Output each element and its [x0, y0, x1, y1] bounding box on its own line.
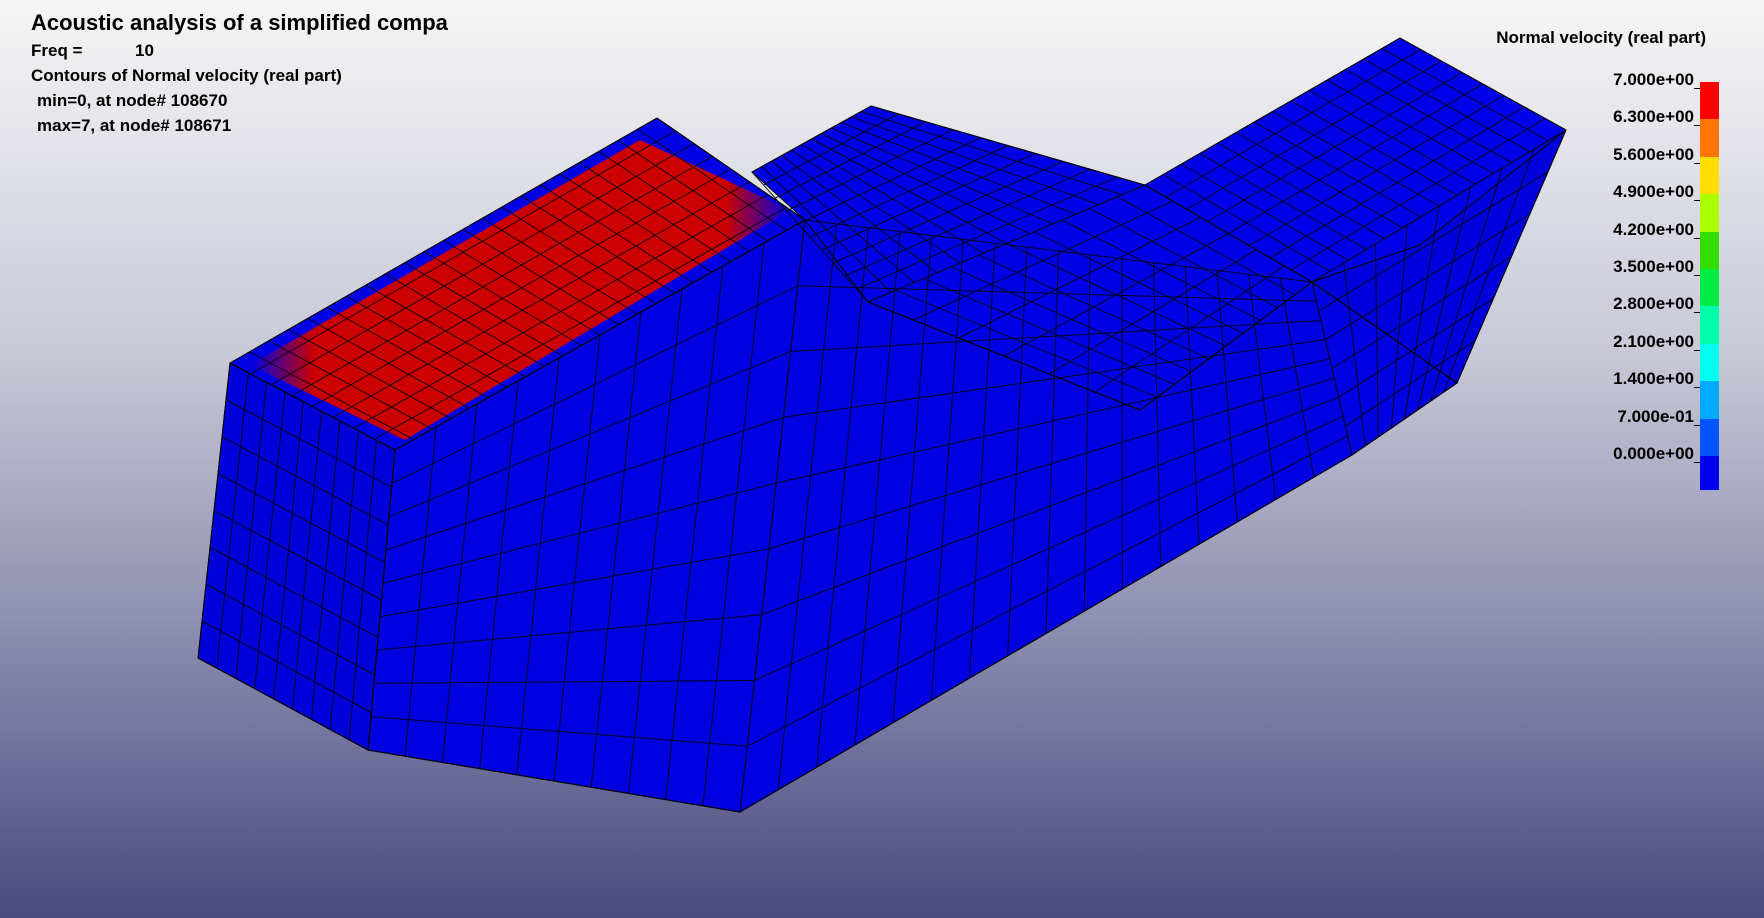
legend-color-segment	[1700, 269, 1719, 307]
legend-label: 7.000e-01	[1617, 406, 1694, 426]
legend-label: 0.000e+00	[1613, 444, 1694, 463]
legend-label: 3.500e+00	[1613, 257, 1694, 276]
freq-row: Freq = 10	[31, 38, 448, 63]
legend-label: 2.800e+00	[1613, 294, 1694, 314]
freq-label: Freq =	[31, 41, 83, 60]
legend-label: 1.400e+00	[1613, 369, 1694, 389]
info-panel: Acoustic analysis of a simplified compa …	[31, 8, 448, 138]
legend-label: 5.600e+00	[1613, 144, 1694, 164]
legend-color-segment	[1700, 231, 1719, 269]
legend-color-segment	[1700, 119, 1719, 157]
legend-color-segment	[1700, 456, 1719, 490]
contours-line: Contours of Normal velocity (real part)	[31, 66, 342, 85]
mesh-line	[1121, 258, 1123, 589]
legend-label: 7.000e+00	[1613, 70, 1694, 89]
fe-mesh-model	[197, 37, 1567, 813]
legend-label: 4.200e+00	[1613, 219, 1694, 239]
legend-color-segment	[1700, 194, 1719, 232]
legend-color-segment	[1700, 156, 1719, 195]
analysis-title: Acoustic analysis of a simplified compa	[31, 10, 448, 35]
freq-value: 10	[135, 41, 154, 60]
legend-color-segment	[1700, 343, 1719, 382]
legend-label: 2.100e+00	[1613, 331, 1694, 351]
legend-label: 6.300e+00	[1613, 107, 1694, 127]
legend-title: Normal velocity (real part)	[1496, 28, 1706, 47]
legend-label: 4.900e+00	[1613, 182, 1694, 202]
min-line: min=0, at node# 108670	[37, 91, 228, 110]
legend-color-segment	[1700, 82, 1719, 120]
legend-color-segment	[1700, 306, 1719, 344]
legend-color-segment	[1700, 418, 1719, 456]
max-line: max=7, at node# 108671	[37, 116, 232, 135]
legend-color-segment	[1700, 381, 1719, 419]
